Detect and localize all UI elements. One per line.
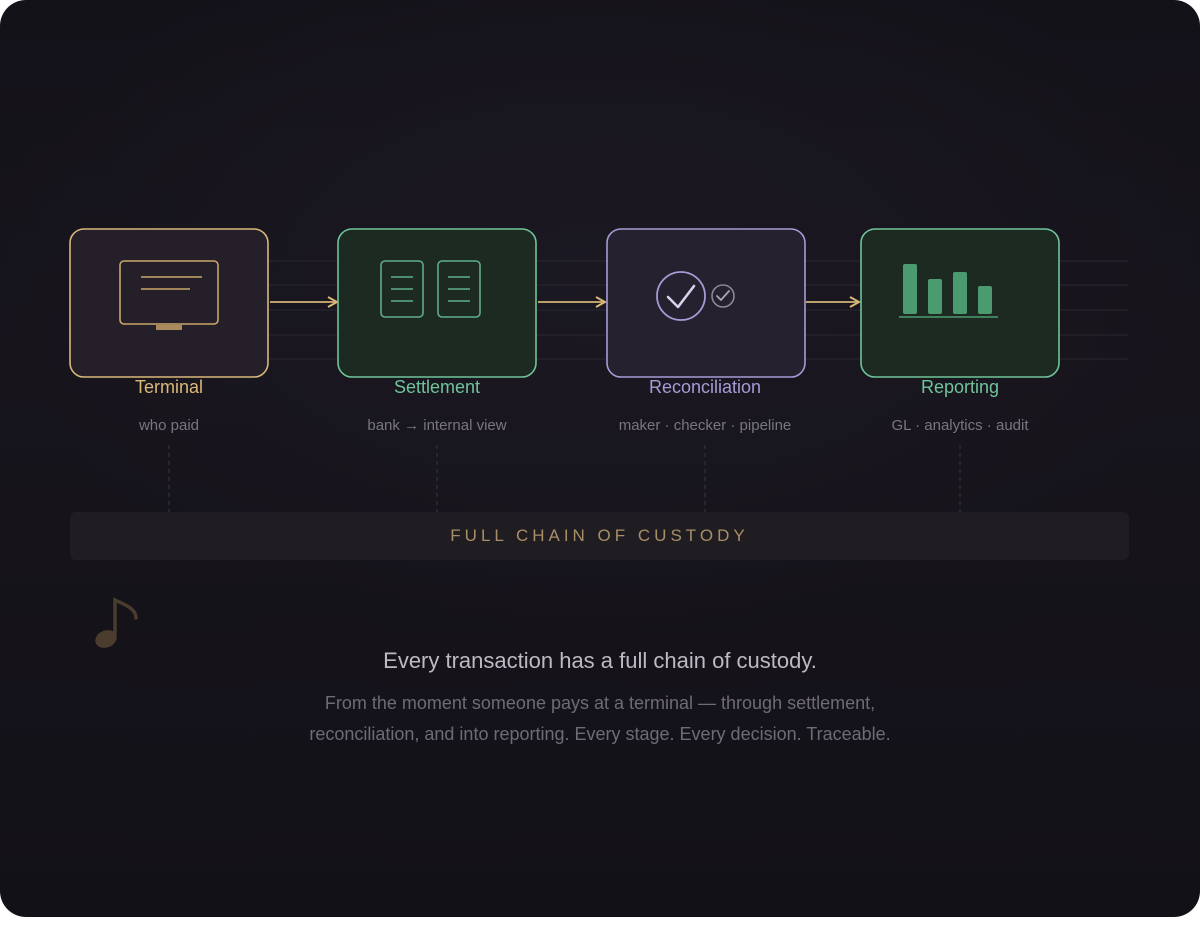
stage-sub-settlement: bank → internal view (367, 417, 507, 434)
dashed-drops (168, 445, 961, 512)
stage-sub-terminal: who paid (138, 417, 200, 434)
custody-bar: FULL CHAIN OF CUSTODY (70, 512, 1129, 560)
arrow-settlement-reconciliation (538, 296, 608, 308)
stage-label-settlement: Settlement (393, 377, 481, 397)
stage-sub-reconciliation: maker · checker · pipeline (618, 417, 792, 434)
stage-box-settlement (337, 228, 537, 378)
stage-box-reporting (860, 228, 1060, 378)
music-note-icon (95, 597, 138, 648)
stage-box-terminal (69, 228, 269, 378)
pipeline-diagram (69, 228, 1128, 512)
stage-sub-reporting: GL · analytics · audit (891, 417, 1029, 434)
custody-bar-label: FULL CHAIN OF CUSTODY (450, 526, 749, 545)
headline: Every transaction has a full chain of cu… (383, 648, 817, 673)
arrow-terminal-settlement (270, 296, 340, 308)
stage-label-reporting: Reporting (920, 377, 1000, 397)
stage-box-reconciliation (606, 228, 806, 378)
stage-label-terminal: Terminal (134, 377, 204, 397)
stage-label-reconciliation: Reconciliation (648, 377, 762, 397)
body-text: From the moment someone pays at a termin… (309, 693, 891, 744)
diagram-card: Terminal Settlement Reconciliation Repor… (0, 0, 1200, 917)
arrow-reconciliation-reporting (806, 296, 862, 308)
